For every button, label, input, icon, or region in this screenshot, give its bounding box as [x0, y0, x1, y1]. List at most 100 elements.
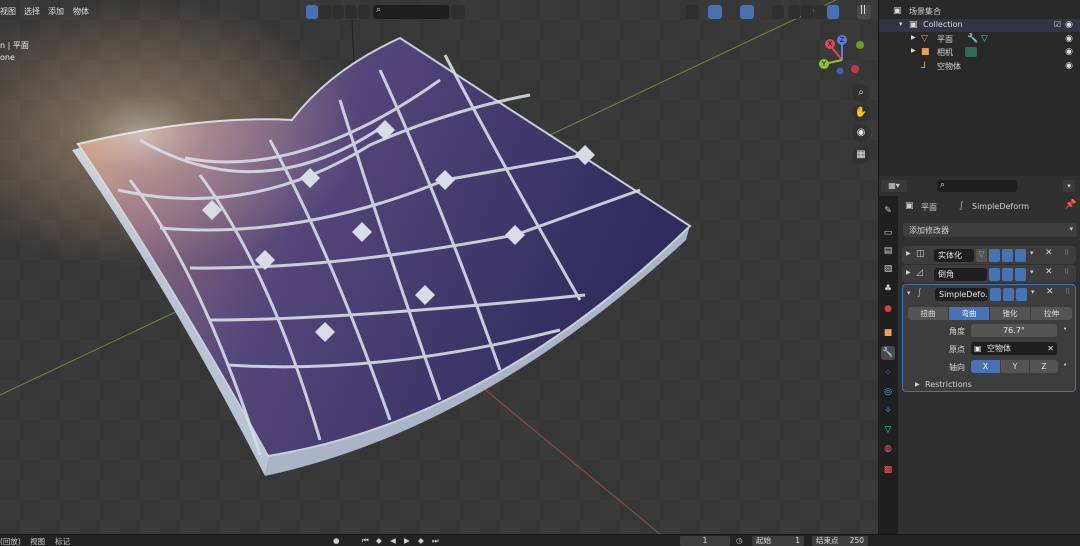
eye-icon[interactable]: ◉	[1065, 34, 1073, 44]
record-icon[interactable]: ●	[333, 536, 340, 545]
gizmo-y-axis[interactable]: Y	[819, 59, 829, 69]
restrictions-subpanel[interactable]: Restrictions	[925, 380, 972, 389]
menu-object[interactable]: 物体	[73, 6, 89, 17]
texture-tab-icon[interactable]: ▩	[881, 463, 895, 477]
jump-start-icon[interactable]: ⏮	[362, 536, 369, 546]
jump-end-icon[interactable]: ⏭	[432, 536, 439, 546]
output-tab-icon[interactable]: ▤	[881, 244, 895, 258]
editor-type-icon[interactable]: ▦▾	[881, 180, 907, 192]
view-object-types-icon[interactable]	[686, 5, 698, 19]
close-icon[interactable]: ✕	[1045, 248, 1053, 258]
timeline-view-menu[interactable]: 视图	[30, 536, 45, 546]
modifier-name-field[interactable]: SimpleDefo...	[935, 288, 988, 301]
constraints-tab-icon[interactable]: ✧	[881, 404, 895, 418]
pin-icon[interactable]: 📌	[1065, 200, 1076, 210]
solid-shading-icon[interactable]	[801, 5, 813, 19]
modifier-panel[interactable]: ▶ ◿ 倒角 ▾ ✕ ⠿	[902, 265, 1076, 283]
select-mode-icon[interactable]	[345, 5, 357, 19]
material-shading-icon[interactable]	[814, 5, 826, 19]
angle-field[interactable]: 76.7°	[971, 324, 1057, 337]
3d-viewport[interactable]: 视图 选择 添加 物体 ⌕ || n | 平面 one X Z Y ⌕ ✋ ◉ …	[0, 0, 878, 534]
chevron-down-icon[interactable]: ▾	[1030, 268, 1034, 276]
viewport-scene[interactable]	[0, 0, 878, 534]
start-frame-field[interactable]: 起始 1	[752, 536, 804, 546]
render-toggle-icon[interactable]	[1015, 268, 1026, 281]
next-keyframe-icon[interactable]: ◆	[418, 536, 424, 545]
chevron-down-icon[interactable]: ▾	[1030, 249, 1034, 257]
chevron-down-icon[interactable]: ▾	[1063, 180, 1075, 192]
material-tab-icon[interactable]: ◍	[881, 442, 895, 456]
properties-search[interactable]: ⌕	[937, 180, 1017, 192]
select-mode-icon[interactable]	[358, 5, 370, 19]
drag-handle-icon[interactable]: ⠿	[1064, 249, 1069, 257]
modifier-name-field[interactable]: 倒角	[934, 268, 987, 281]
close-icon[interactable]: ✕	[1045, 267, 1053, 277]
view-layer-tab-icon[interactable]: ▧	[881, 262, 895, 276]
menu-view[interactable]: 视图	[0, 6, 16, 17]
playback-menu[interactable]: (回放)	[0, 536, 21, 546]
play-icon[interactable]: ▶	[404, 536, 410, 545]
outliner-item[interactable]: ⅃ 空物体 ◉	[879, 60, 1080, 73]
xray-icon[interactable]	[772, 5, 784, 19]
search-field[interactable]: ⌕	[373, 5, 449, 19]
play-reverse-icon[interactable]: ◀	[390, 536, 396, 545]
keyframe-dot-icon[interactable]: •	[1063, 325, 1067, 333]
end-frame-field[interactable]: 结束点 250	[812, 536, 868, 546]
navigation-gizmo[interactable]: X Z Y	[816, 32, 866, 82]
deform-mode-taper[interactable]: 锥化	[990, 307, 1030, 320]
clock-icon[interactable]: ◷	[736, 536, 743, 545]
chevron-down-icon[interactable]: ▾	[899, 20, 903, 28]
scene-collection-row[interactable]: ▣ 场景集合	[879, 5, 1080, 18]
eye-icon[interactable]: ◉	[1065, 61, 1073, 71]
deform-mode-bend[interactable]: 弯曲	[949, 307, 989, 320]
scene-tab-icon[interactable]: ♣	[881, 282, 895, 296]
clear-icon[interactable]: ✕	[1047, 342, 1054, 355]
outliner-item[interactable]: ▶ ■ 相机 ◉	[879, 46, 1080, 59]
modifier-name-field[interactable]: 实体化	[934, 249, 974, 262]
menu-add[interactable]: 添加	[48, 6, 64, 17]
overlay-toggle-icon[interactable]	[740, 5, 754, 19]
render-tab-icon[interactable]: ▭	[881, 226, 895, 240]
close-icon[interactable]: ✕	[1046, 287, 1054, 297]
menu-select[interactable]: 选择	[24, 6, 40, 17]
axis-z-button[interactable]: Z	[1030, 360, 1058, 373]
editmode-toggle-icon[interactable]	[989, 268, 1000, 281]
viewport-toggle-icon[interactable]	[1003, 288, 1014, 301]
object-tab-icon[interactable]: ■	[881, 326, 895, 340]
pause-icon[interactable]: ||	[857, 5, 871, 19]
deform-mode-twist[interactable]: 扭曲	[908, 307, 948, 320]
gizmo-toggle-icon[interactable]	[708, 5, 722, 19]
world-tab-icon[interactable]: ●	[881, 302, 895, 316]
editmode-toggle-icon[interactable]	[990, 288, 1001, 301]
axis-y-button[interactable]: Y	[1001, 360, 1029, 373]
editmode-toggle-icon[interactable]	[989, 249, 1000, 262]
collection-row[interactable]: ▾ ▣ Collection ☑ ◉	[879, 19, 1080, 32]
camera-view-icon[interactable]: ◉	[852, 124, 870, 142]
chevron-right-icon[interactable]: ▶	[911, 34, 916, 41]
edit-cage-icon[interactable]: ▽	[976, 249, 987, 262]
outliner-item[interactable]: ▶ ▽ 平面 🔧 ▽ ◉	[879, 33, 1080, 46]
origin-field[interactable]: ▣ 空物体 ✕	[971, 342, 1057, 355]
chevron-right-icon[interactable]: ▶	[906, 250, 911, 257]
wireframe-shading-icon[interactable]	[788, 5, 800, 19]
modifier-panel-simple-deform[interactable]: ▾ ∫ SimpleDefo... ▾ ✕ ⠿ 扭曲 弯曲 锥化 拉伸 角度 7…	[902, 284, 1076, 392]
axis-x-button[interactable]: X	[971, 360, 1000, 373]
render-toggle-icon[interactable]	[1016, 288, 1027, 301]
chevron-right-icon[interactable]: ▶	[911, 47, 916, 54]
timeline-marker-menu[interactable]: 标记	[55, 536, 70, 546]
chevron-right-icon[interactable]: ▶	[906, 269, 911, 276]
modifier-panel[interactable]: ▶ ◫ 实体化 ▽ ▾ ✕ ⠿	[902, 246, 1076, 264]
gizmo-z-axis[interactable]: Z	[837, 35, 847, 45]
drag-handle-icon[interactable]: ⠿	[1065, 288, 1070, 296]
drag-handle-icon[interactable]: ⠿	[1064, 268, 1069, 276]
viewport-toggle-icon[interactable]	[1002, 268, 1013, 281]
eye-icon[interactable]: ◉	[1065, 20, 1073, 30]
chevron-down-icon[interactable]	[451, 5, 465, 19]
tool-tab-icon[interactable]: ✎	[881, 204, 895, 218]
checkbox-icon[interactable]: ☑	[1054, 20, 1061, 29]
physics-tab-icon[interactable]: ◎	[881, 385, 895, 399]
eye-icon[interactable]: ◉	[1065, 47, 1073, 57]
chevron-down-icon[interactable]: ▾	[1031, 288, 1035, 296]
modifier-tab-icon[interactable]: 🔧	[881, 346, 895, 360]
rendered-shading-icon[interactable]	[827, 5, 839, 19]
